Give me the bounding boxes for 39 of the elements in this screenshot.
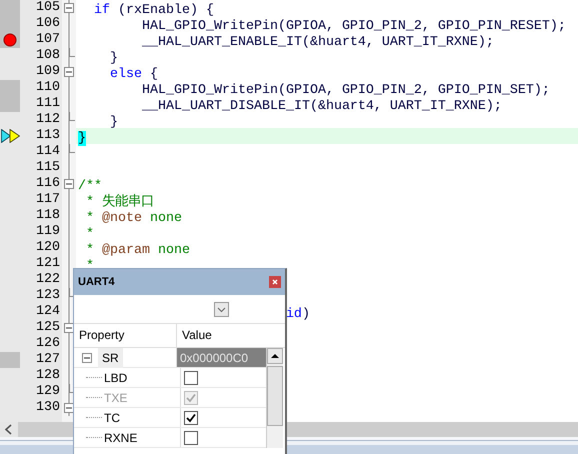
- checkbox[interactable]: [184, 430, 198, 444]
- checkbox[interactable]: [184, 370, 198, 384]
- code-line: }: [110, 51, 118, 66]
- code-line: id): [286, 307, 310, 322]
- code-line: __HAL_UART_DISABLE_IT(&huart4, UART_IT_RXNE);: [142, 99, 502, 114]
- collapse-toggle-icon[interactable]: [82, 352, 92, 362]
- code-line: if (rxEnable) {: [94, 3, 214, 18]
- dropdown-caret-icon[interactable]: [214, 302, 229, 316]
- scroll-up-icon[interactable]: [267, 348, 283, 364]
- code-line: HAL_GPIO_WritePin(GPIOA, GPIO_PIN_2, GPIO_PIN_SET);: [142, 83, 550, 98]
- property-name: TC: [104, 410, 120, 426]
- column-header[interactable]: Property: [74, 324, 177, 347]
- scrollbar-thumb[interactable]: [267, 366, 283, 426]
- scroll-left-icon[interactable]: [0, 422, 18, 437]
- window-title: UART4: [78, 276, 115, 288]
- property-name: TXE: [104, 390, 128, 406]
- close-icon[interactable]: [269, 276, 281, 288]
- code-line: * @note none: [86, 211, 182, 226]
- code-line: *: [86, 259, 94, 274]
- code-line: *: [86, 227, 94, 242]
- column-header[interactable]: Value: [177, 324, 212, 347]
- code-line: else {: [110, 67, 158, 82]
- property-name: LBD: [104, 370, 128, 386]
- fold-toggle-icon[interactable]: [64, 67, 74, 77]
- code-line: /**: [78, 179, 102, 194]
- breakpoint-icon[interactable]: [3, 33, 17, 47]
- fold-toggle-icon[interactable]: [64, 179, 74, 189]
- code-line: * 失能串口: [86, 195, 154, 210]
- fold-toggle-icon[interactable]: [64, 3, 74, 13]
- property-name: RXNE: [104, 430, 138, 446]
- code-line: __HAL_UART_ENABLE_IT(&huart4, UART_IT_RXNE);: [142, 35, 494, 50]
- fold-toggle-icon[interactable]: [64, 403, 74, 413]
- checkbox[interactable]: [184, 410, 198, 424]
- code-line: * @param none: [86, 243, 190, 258]
- code-line: HAL_GPIO_WritePin(GPIOA, GPIO_PIN_2, GPIO_PIN_RESET);: [142, 19, 566, 34]
- code-line: }: [110, 115, 118, 130]
- vertical-scrollbar[interactable]: [266, 348, 283, 448]
- property-name[interactable]: SR: [98, 348, 123, 368]
- fold-toggle-icon[interactable]: [64, 323, 74, 333]
